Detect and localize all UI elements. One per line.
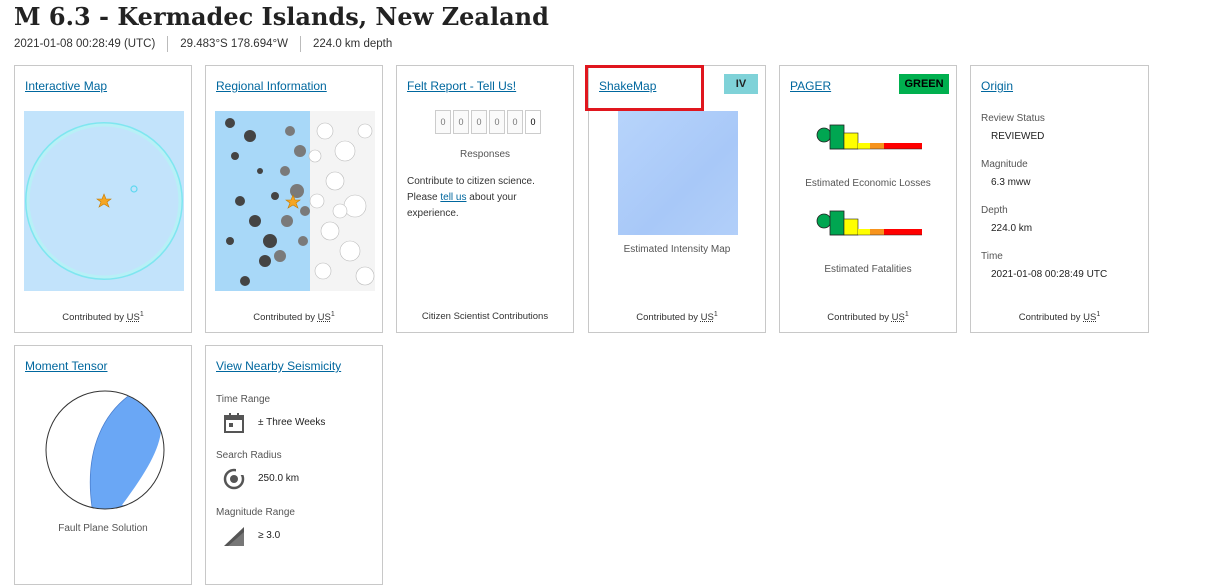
review-status-label: Review Status bbox=[981, 113, 1045, 124]
search-radius-label: Search Radius bbox=[216, 450, 282, 461]
meta-divider bbox=[299, 36, 301, 52]
fatalities-chart bbox=[816, 207, 926, 252]
pager-link[interactable]: PAGER bbox=[790, 79, 831, 93]
contributed-by: Contributed by US1 bbox=[1018, 311, 1101, 324]
network-link[interactable]: US bbox=[1083, 312, 1096, 323]
network-link[interactable]: US bbox=[318, 312, 331, 323]
magnitude-range-value: ≥ 3.0 bbox=[258, 530, 281, 541]
pager-card[interactable]: PAGER GREEN Estimated Economic Losses Es… bbox=[779, 65, 957, 333]
felt-report-card[interactable]: Felt Report - Tell Us! 0 0 0 0 0 0 Respo… bbox=[396, 65, 574, 333]
regional-info-card[interactable]: Regional Information Contributed by US1 bbox=[205, 65, 383, 333]
economic-losses-chart bbox=[816, 121, 926, 166]
event-depth: 224.0 km depth bbox=[312, 38, 393, 50]
page-title: M 6.3 - Kermadec Islands, New Zealand bbox=[14, 2, 549, 31]
origin-card[interactable]: Origin Review Status REVIEWED Magnitude … bbox=[970, 65, 1149, 333]
depth-label: Depth bbox=[981, 205, 1008, 216]
time-range-label: Time Range bbox=[216, 394, 271, 405]
alert-badge: GREEN bbox=[899, 74, 949, 94]
time-range-value: ± Three Weeks bbox=[258, 417, 326, 428]
depth-value: 224.0 km bbox=[991, 223, 1033, 234]
origin-link[interactable]: Origin bbox=[981, 79, 1013, 93]
felt-report-link[interactable]: Felt Report - Tell Us! bbox=[407, 79, 516, 93]
interactive-map-thumbnail[interactable] bbox=[24, 111, 184, 291]
contributed-by: Contributed by US1 bbox=[62, 311, 144, 324]
intensity-badge: IV bbox=[724, 74, 758, 94]
tell-us-link[interactable]: tell us bbox=[440, 192, 466, 203]
fatalities-caption: Estimated Fatalities bbox=[824, 264, 912, 275]
economic-losses-caption: Estimated Economic Losses bbox=[805, 178, 931, 189]
responses-label: Responses bbox=[459, 149, 511, 160]
citizen-contributions: Citizen Scientist Contributions bbox=[421, 311, 549, 322]
interactive-map-card[interactable]: Interactive Map Contributed by US1 bbox=[14, 65, 192, 333]
responses-counter: 0 0 0 0 0 0 bbox=[435, 110, 543, 134]
fault-plane-caption: Fault Plane Solution bbox=[58, 523, 148, 534]
radius-icon bbox=[223, 468, 245, 490]
magnitude-label: Magnitude bbox=[981, 159, 1028, 170]
highlight-box bbox=[585, 65, 704, 111]
event-time: 2021-01-08 00:28:49 (UTC) bbox=[14, 38, 156, 50]
time-value: 2021-01-08 00:28:49 UTC bbox=[991, 269, 1108, 280]
event-location: 29.483°S 178.694°W bbox=[180, 38, 288, 50]
nearby-seismicity-card[interactable]: View Nearby Seismicity Time Range ± Thre… bbox=[205, 345, 383, 585]
nearby-seismicity-link[interactable]: View Nearby Seismicity bbox=[216, 359, 341, 373]
network-link[interactable]: US bbox=[892, 312, 905, 323]
meta-divider bbox=[167, 36, 169, 52]
calendar-icon bbox=[224, 413, 244, 433]
interactive-map-link[interactable]: Interactive Map bbox=[25, 79, 107, 93]
review-status-value: REVIEWED bbox=[991, 131, 1045, 142]
contributed-by: Contributed by US1 bbox=[253, 311, 335, 324]
contributed-by: Contributed by US1 bbox=[827, 311, 909, 324]
moment-tensor-link[interactable]: Moment Tensor bbox=[25, 359, 107, 373]
search-radius-value: 250.0 km bbox=[258, 473, 300, 484]
regional-info-link[interactable]: Regional Information bbox=[216, 79, 327, 93]
time-label: Time bbox=[981, 251, 1003, 262]
magnitude-value: 6.3 mww bbox=[991, 177, 1031, 188]
felt-description: Contribute to citizen science. Please te… bbox=[407, 176, 535, 219]
magnitude-icon bbox=[224, 527, 244, 546]
shakemap-thumbnail[interactable] bbox=[618, 111, 738, 235]
event-meta: 2021-01-08 00:28:49 (UTC) 29.483°S 178.6… bbox=[14, 36, 392, 52]
magnitude-range-label: Magnitude Range bbox=[216, 507, 295, 518]
contributed-by: Contributed by US1 bbox=[636, 311, 718, 324]
regional-map-thumbnail[interactable] bbox=[215, 111, 375, 291]
intensity-map-caption: Estimated Intensity Map bbox=[623, 244, 731, 255]
moment-tensor-card[interactable]: Moment Tensor Fault Plane Solution bbox=[14, 345, 192, 585]
network-link[interactable]: US bbox=[701, 312, 714, 323]
network-link[interactable]: US bbox=[127, 312, 140, 323]
beachball-diagram[interactable] bbox=[44, 389, 166, 516]
